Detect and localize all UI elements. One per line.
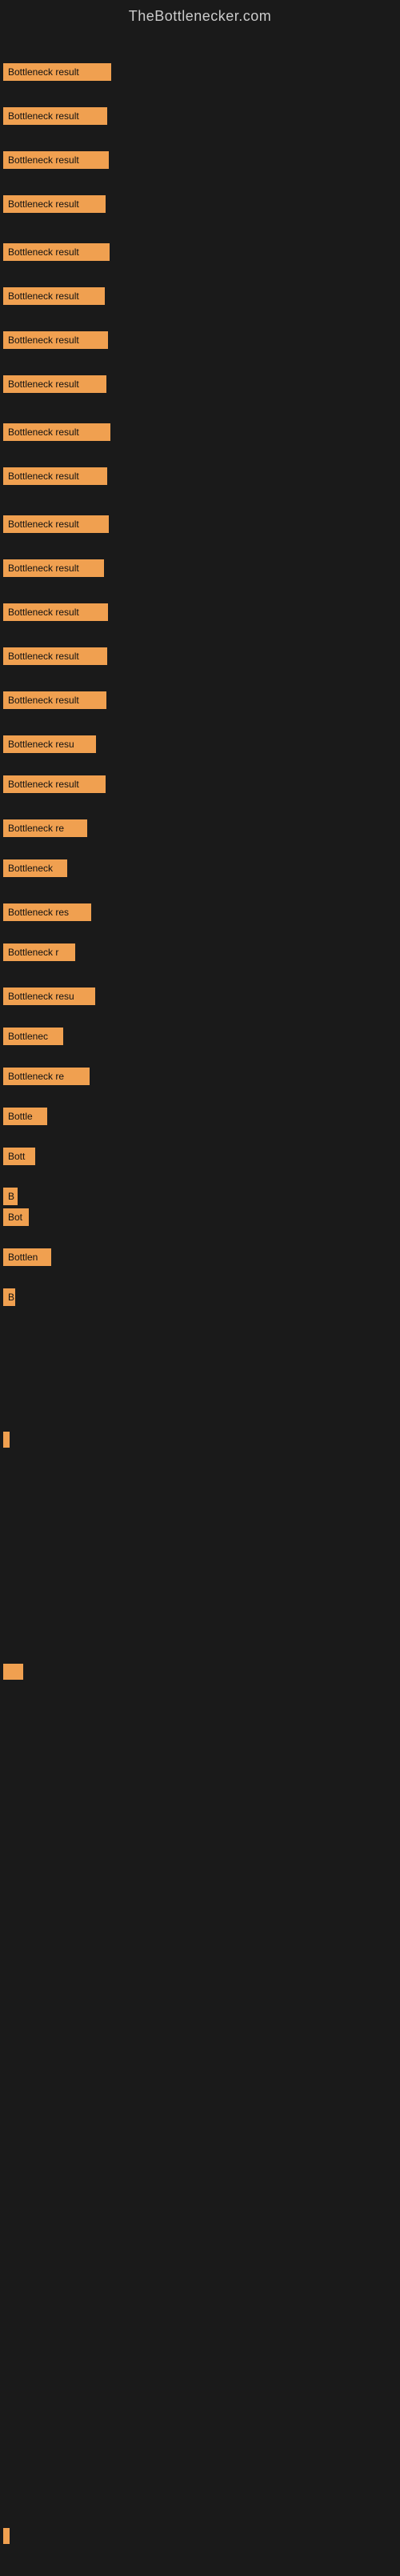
bar-row-41 <box>0 2528 10 2548</box>
bar-row-27: Bot <box>0 1208 29 1230</box>
bottleneck-bar: Bottlen <box>3 1248 51 1266</box>
bar-row-7: Bottleneck result <box>0 375 106 397</box>
bar-row-29: B <box>0 1288 15 1310</box>
bar-row-22: Bottlenec <box>0 1028 63 1049</box>
bottleneck-bar: Bottleneck result <box>3 287 105 305</box>
bottleneck-bar: Bottleneck result <box>3 603 108 621</box>
bottleneck-bar: B <box>3 1188 18 1205</box>
bar-row-23: Bottleneck re <box>0 1068 90 1089</box>
bottleneck-bar: Bott <box>3 1148 35 1165</box>
small-bar <box>3 1432 10 1448</box>
bar-row-37 <box>0 1664 23 1684</box>
bottleneck-bar: Bottleneck result <box>3 423 110 441</box>
bar-row-24: Bottle <box>0 1108 47 1129</box>
bottleneck-bar: Bottleneck result <box>3 107 107 125</box>
bottleneck-bar: Bottle <box>3 1108 47 1125</box>
bottleneck-bar: Bottleneck result <box>3 195 106 213</box>
bar-row-0: Bottleneck result <box>0 63 111 85</box>
bottleneck-bar: Bottleneck result <box>3 63 111 81</box>
bottleneck-bar: Bottleneck result <box>3 691 106 709</box>
bar-row-18: Bottleneck <box>0 859 67 881</box>
bar-row-15: Bottleneck resu <box>0 735 96 757</box>
bottleneck-bar: Bottleneck result <box>3 331 108 349</box>
bar-row-3: Bottleneck result <box>0 195 106 217</box>
bar-row-20: Bottleneck r <box>0 943 75 965</box>
bottleneck-bar: Bottleneck result <box>3 775 106 793</box>
bottleneck-bar: Bottleneck re <box>3 1068 90 1085</box>
bar-row-12: Bottleneck result <box>0 603 108 625</box>
bar-row-6: Bottleneck result <box>0 331 108 353</box>
bottleneck-bar: Bottlenec <box>3 1028 63 1045</box>
bar-row-1: Bottleneck result <box>0 107 107 129</box>
bar-row-32 <box>0 1432 10 1452</box>
bar-row-13: Bottleneck result <box>0 647 107 669</box>
bottleneck-bar: Bottleneck resu <box>3 735 96 753</box>
bottleneck-bar: Bot <box>3 1208 29 1226</box>
bottleneck-bar: Bottleneck result <box>3 515 109 533</box>
site-title: TheBottlenecker.com <box>0 0 400 31</box>
bar-row-10: Bottleneck result <box>0 515 109 537</box>
bottleneck-bar: Bottleneck result <box>3 647 107 665</box>
bar-row-8: Bottleneck result <box>0 423 110 445</box>
bottleneck-bar: Bottleneck result <box>3 151 109 169</box>
bar-row-5: Bottleneck result <box>0 287 105 309</box>
bar-row-11: Bottleneck result <box>0 559 104 581</box>
bottleneck-bar: Bottleneck resu <box>3 988 95 1005</box>
bottleneck-bar: Bottleneck result <box>3 467 107 485</box>
bar-row-26: B <box>0 1188 18 1209</box>
bottleneck-bar: B <box>3 1288 15 1306</box>
small-bar <box>3 2528 10 2544</box>
bottleneck-bar: Bottleneck result <box>3 375 106 393</box>
bar-row-4: Bottleneck result <box>0 243 110 265</box>
bottleneck-bar: Bottleneck <box>3 859 67 877</box>
bar-row-14: Bottleneck result <box>0 691 106 713</box>
bar-row-21: Bottleneck resu <box>0 988 95 1009</box>
bottleneck-bar: Bottleneck res <box>3 903 91 921</box>
bar-row-17: Bottleneck re <box>0 819 87 841</box>
bottleneck-bar: Bottleneck r <box>3 943 75 961</box>
bottleneck-bar: Bottleneck result <box>3 243 110 261</box>
bar-row-25: Bott <box>0 1148 35 1169</box>
bottleneck-bar: Bottleneck result <box>3 559 104 577</box>
bottleneck-bar: Bottleneck re <box>3 819 87 837</box>
bar-row-28: Bottlen <box>0 1248 51 1270</box>
bar-row-2: Bottleneck result <box>0 151 109 173</box>
bar-row-19: Bottleneck res <box>0 903 91 925</box>
tiny-bar <box>3 1664 23 1680</box>
bar-row-16: Bottleneck result <box>0 775 106 797</box>
bar-row-9: Bottleneck result <box>0 467 107 489</box>
